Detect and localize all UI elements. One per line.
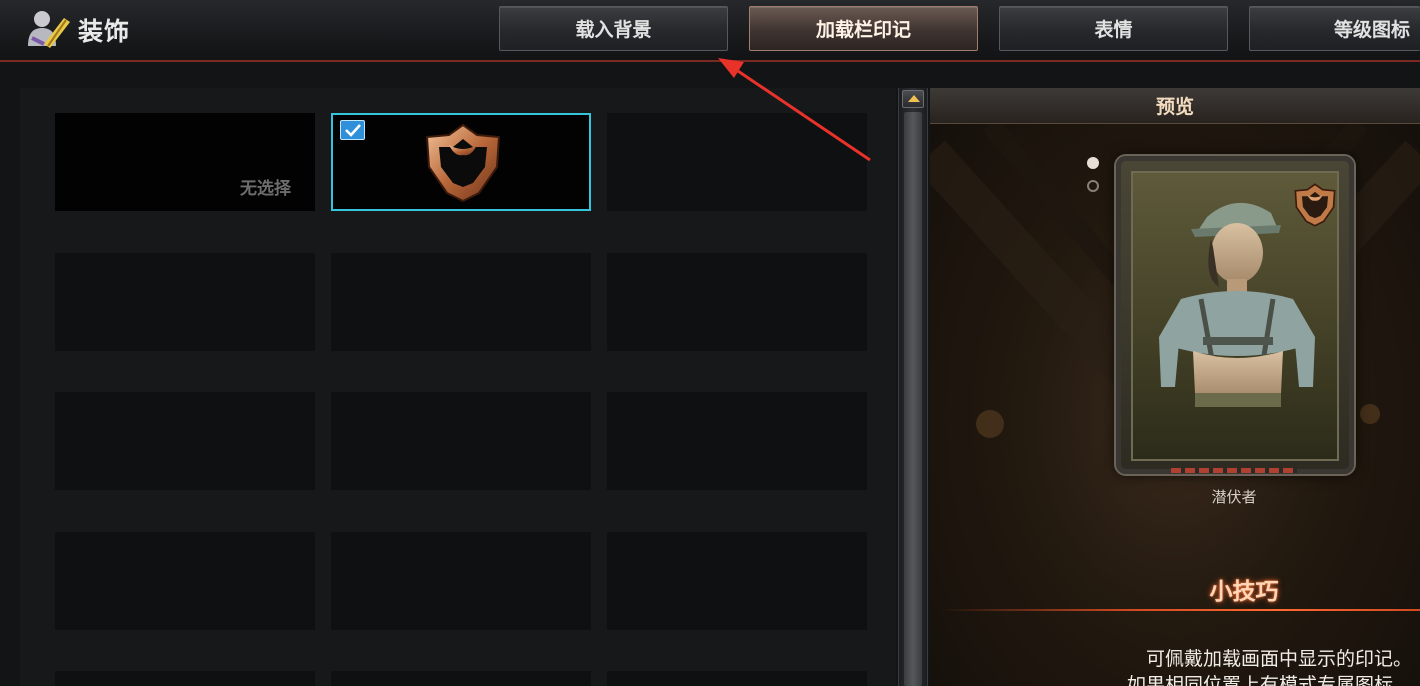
card-portrait	[1131, 171, 1339, 461]
tips-divider	[940, 609, 1420, 611]
decoration-person-icon	[28, 11, 70, 48]
page-title: 装饰	[78, 17, 131, 46]
checkmark-icon	[340, 120, 365, 140]
grid-cell[interactable]	[55, 671, 315, 686]
bronze-emblem-icon	[425, 123, 501, 203]
tab-loading-background[interactable]: 载入背景	[499, 6, 728, 51]
tab-level-icon[interactable]: 等级图标	[1249, 6, 1420, 51]
tab-label: 表情	[1094, 19, 1133, 41]
page-dot[interactable]	[1087, 180, 1099, 192]
grid-cell[interactable]	[331, 671, 591, 686]
grid-cell[interactable]	[607, 392, 867, 490]
character-card	[1116, 156, 1354, 474]
card-decoration-bar	[1171, 468, 1297, 473]
grid-cell[interactable]	[55, 532, 315, 630]
annotation-arrow-icon	[718, 58, 871, 162]
character-name: 潜伏者	[1211, 488, 1257, 506]
none-label: 无选择	[240, 179, 291, 199]
tips-text-line: 如果相同位置上有模式专属图标，	[1126, 674, 1412, 686]
grid-cell-selected[interactable]	[331, 113, 591, 211]
grid-cell[interactable]	[607, 532, 867, 630]
grid-cell[interactable]	[55, 253, 315, 351]
tips-text-line: 可佩戴加载画面中显示的印记。	[1145, 648, 1412, 670]
grid-cell[interactable]	[331, 253, 591, 351]
grid-scrollbar[interactable]	[898, 88, 928, 686]
tab-label: 载入背景	[575, 19, 652, 41]
bronze-emblem-icon	[1294, 183, 1336, 227]
mark-grid: 无选择	[20, 88, 896, 686]
preview-panel: 预览 潜伏者 小技巧 可佩戴加载画面中显示的印记。 如果相同位置上有模式专属图标…	[930, 88, 1420, 686]
tab-loading-bar-mark[interactable]: 加载栏印记	[749, 6, 978, 51]
grid-cell[interactable]	[607, 253, 867, 351]
preview-title: 预览	[1155, 96, 1194, 118]
scroll-thumb[interactable]	[904, 112, 922, 686]
tab-label: 加载栏印记	[815, 19, 911, 41]
tab-emote[interactable]: 表情	[999, 6, 1228, 51]
scroll-up-arrow-icon[interactable]	[902, 90, 924, 108]
page-dot-active[interactable]	[1087, 157, 1099, 169]
tab-label: 等级图标	[1333, 19, 1410, 41]
grid-cell[interactable]	[607, 671, 867, 686]
grid-cell[interactable]	[331, 392, 591, 490]
grid-cell[interactable]	[331, 532, 591, 630]
grid-cell-none[interactable]: 无选择	[55, 113, 315, 211]
grid-cell[interactable]	[55, 392, 315, 490]
preview-header: 预览	[930, 88, 1420, 124]
tips-title: 小技巧	[1209, 579, 1279, 605]
